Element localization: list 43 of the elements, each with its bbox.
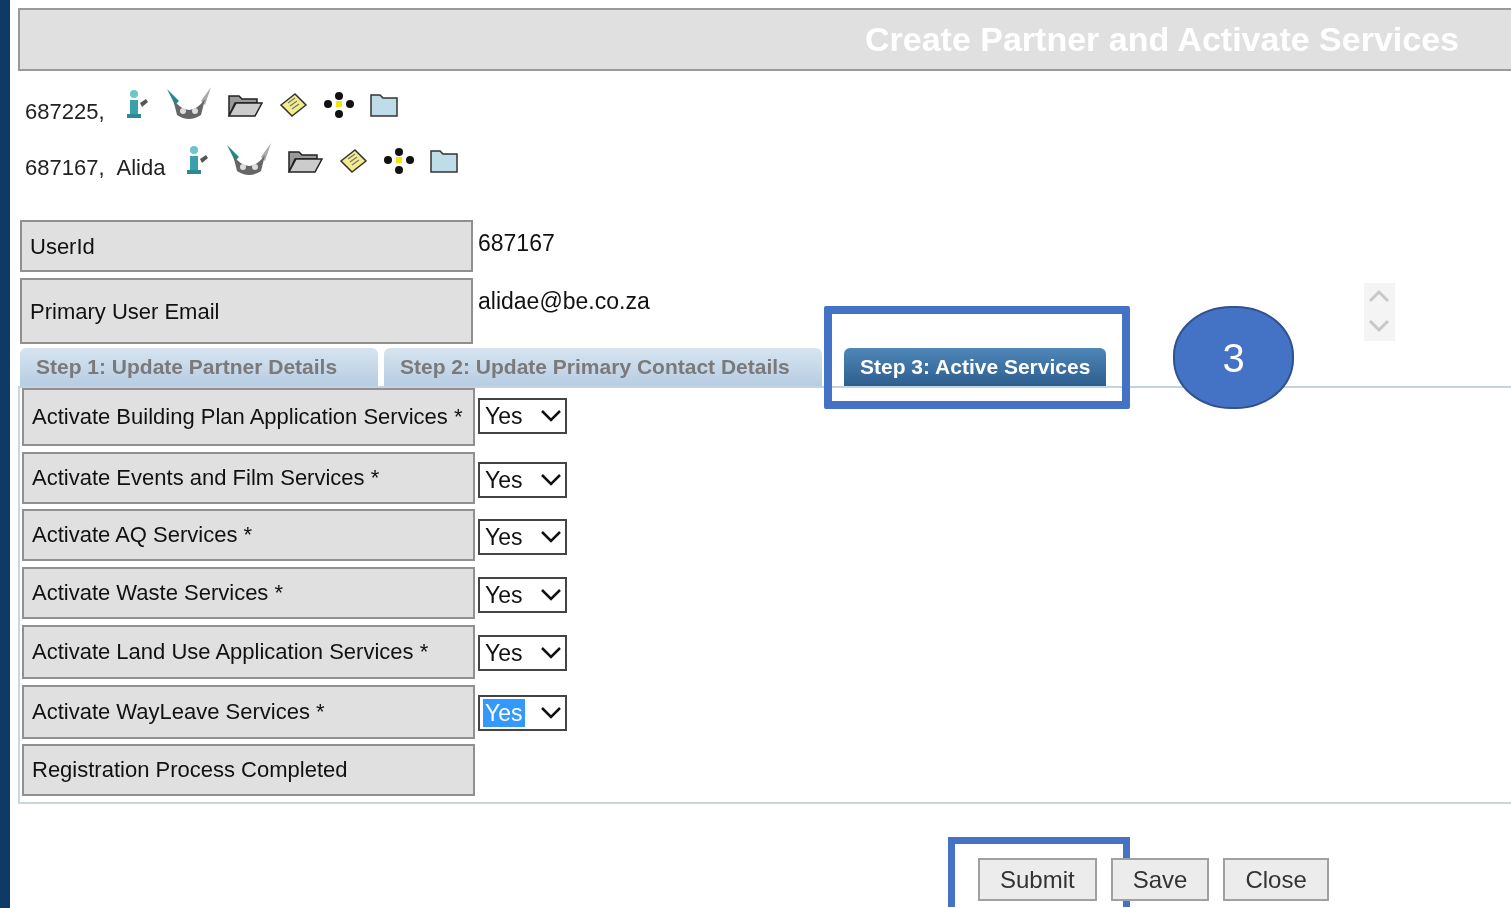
open-folder-icon[interactable] [226, 92, 263, 118]
yes-no-dropdown[interactable]: Yes [478, 461, 567, 498]
yes-no-dropdown[interactable]: Yes [478, 577, 567, 614]
folder-icon[interactable] [368, 92, 399, 118]
chevron-down-icon [540, 705, 562, 720]
service-label: Activate AQ Services * [22, 509, 475, 562]
partner-id: 687225, [25, 97, 105, 126]
dropdown-value: Yes [484, 465, 524, 494]
dropdown-value: Yes [484, 523, 524, 552]
form-button[interactable]: Save [1110, 858, 1210, 901]
folder-icon[interactable] [429, 148, 460, 174]
open-folder-icon[interactable] [287, 148, 324, 174]
field-label: Primary User Email [20, 278, 473, 344]
service-label: Activate Events and Film Services * [22, 451, 475, 504]
network-icon[interactable] [322, 91, 355, 119]
form-button[interactable]: Close [1223, 858, 1329, 901]
service-label: Activate Waste Services * [22, 567, 475, 620]
chevron-down-icon [540, 409, 562, 423]
chevron-down-icon [540, 588, 562, 603]
chevron-down-icon [540, 645, 562, 660]
chevron-down-icon [540, 472, 562, 487]
service-label: Activate Land Use Application Services * [22, 624, 475, 679]
dropdown-value: Yes [484, 402, 524, 430]
service-label: Activate WayLeave Services * [22, 684, 475, 739]
form-button[interactable]: Submit [978, 858, 1097, 901]
dropdown-value: Yes [484, 638, 524, 667]
field-value: alidae@be.co.za [478, 287, 650, 316]
service-label: Activate Building Plan Application Services * [22, 388, 475, 446]
notepad-icon[interactable] [337, 147, 370, 175]
partner-id: 687167, [25, 153, 105, 182]
yes-no-dropdown[interactable]: Yes [478, 519, 567, 556]
partner-name: Alida [116, 153, 166, 182]
network-icon[interactable] [383, 147, 416, 175]
step-tab[interactable]: Step 3: Active Services [844, 348, 1107, 386]
field-label: UserId [20, 220, 473, 272]
chevron-down-icon [540, 530, 562, 545]
dropdown-value: Yes [484, 581, 524, 610]
dropdown-value: Yes [483, 698, 525, 727]
service-label: Registration Process Completed [22, 744, 475, 797]
step-number-badge: 3 [1173, 306, 1294, 409]
yes-no-dropdown[interactable]: Yes [478, 634, 567, 671]
field-value: 687167 [478, 229, 555, 258]
yes-no-dropdown[interactable]: Yes [478, 398, 567, 434]
